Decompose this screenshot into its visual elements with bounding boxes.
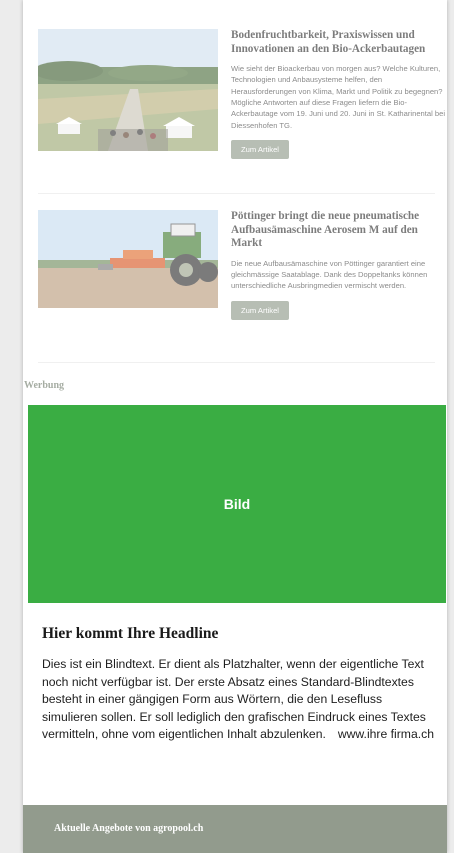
ad-label: Werbung [24, 380, 65, 391]
ad-headline: Hier kommt Ihre Headline [42, 625, 219, 642]
ad-url-link[interactable]: www.ihre firma.ch [338, 726, 434, 744]
footer-bar: Aktuelle Angebote von agropool.ch [23, 805, 447, 853]
article-2-body: Pöttinger bringt die neue pneumatische A… [231, 210, 447, 320]
divider [38, 193, 435, 194]
tractor-photo-icon [38, 210, 218, 308]
article-2-image[interactable] [38, 210, 218, 308]
article-1-title[interactable]: Bodenfruchtbarkeit, Praxiswissen und Inn… [231, 29, 447, 56]
ad-image-placeholder[interactable]: Bild [28, 405, 446, 603]
field-event-photo-icon [38, 29, 218, 151]
ad-image-label: Bild [223, 496, 251, 512]
newsletter-page: Bodenfruchtbarkeit, Praxiswissen und Inn… [23, 0, 447, 853]
article-2-read-button[interactable]: Zum Artikel [231, 300, 289, 320]
article-2-text: Die neue Aufbausämaschine von Pöttinger … [231, 258, 428, 291]
article-2-title[interactable]: Pöttinger bringt die neue pneumatische A… [231, 210, 447, 251]
ad-text-block: Dies ist ein Blindtext. Er dient als Pla… [42, 656, 440, 744]
article-1-image[interactable] [38, 29, 218, 151]
footer-title[interactable]: Aktuelle Angebote von agropool.ch [54, 823, 203, 834]
article-1-text: Wie sieht der Bioackerbau von morgen aus… [231, 64, 446, 130]
article-1-read-button[interactable]: Zum Artikel [231, 139, 289, 159]
article-1-body: Bodenfruchtbarkeit, Praxiswissen und Inn… [231, 29, 447, 159]
footer-gap [23, 793, 447, 805]
divider [38, 362, 435, 363]
